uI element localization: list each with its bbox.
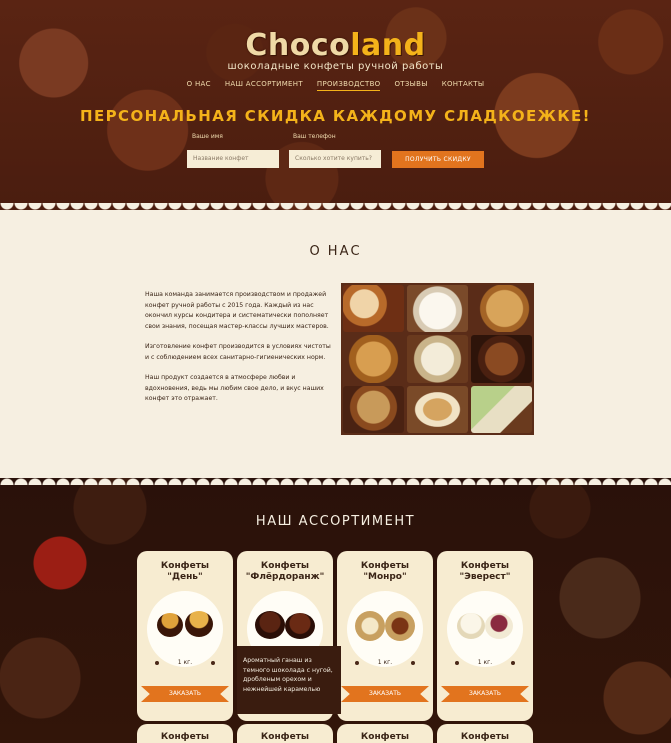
product-name: Конфеты <box>460 732 510 742</box>
puzzle-tile <box>471 335 532 383</box>
puzzle-tile <box>407 385 468 433</box>
get-discount-button[interactable]: ПОЛУЧИТЬ СКИДКУ <box>392 151 484 168</box>
about-section: О НАС Наша команда занимается производст… <box>0 210 671 478</box>
page: Chocoland шоколадные конфеты ручной рабо… <box>0 0 671 743</box>
puzzle-tile <box>343 285 404 333</box>
puzzle-tile <box>471 285 532 333</box>
amount-field[interactable]: Сколько хотите купить? <box>289 150 381 168</box>
product-name: Конфеты "День" <box>160 561 210 582</box>
about-paragraph: Наша команда занимается производством и … <box>145 291 329 330</box>
product-name: Конфеты "Эверест" <box>459 561 511 582</box>
product-card: Конфеты "Монро" 1 кг. ЗАКАЗАТЬ <box>337 551 433 721</box>
product-name: Конфеты <box>260 732 310 742</box>
puzzle-tile <box>343 335 404 383</box>
main-nav: О НАС НАШ АССОРТИМЕНТ ПРОИЗВОДСТВО ОТЗЫВ… <box>0 80 671 91</box>
product-card: Конфеты "Эверест" 1 кг. ЗАКАЗАТЬ <box>437 551 533 721</box>
product-name: Конфеты "Монро" <box>360 561 410 582</box>
puzzle-tile <box>343 385 404 433</box>
tagline: шоколадные конфеты ручной работы <box>227 61 444 72</box>
product-image <box>347 591 423 667</box>
product-card: Конфеты <box>337 724 433 743</box>
product-name: Конфеты "Флёрдоранж" <box>245 561 325 582</box>
product-card: Конфеты <box>137 724 233 743</box>
candy-name-field[interactable]: Название конфет <box>187 150 279 168</box>
about-paragraph: Изготовление конфет производится в услов… <box>145 343 331 361</box>
order-button[interactable]: ЗАКАЗАТЬ <box>141 686 229 702</box>
nav-item-reviews[interactable]: ОТЗЫВЫ <box>394 80 427 91</box>
product-name: Конфеты <box>360 732 410 742</box>
assortment-title: НАШ АССОРТИМЕНТ <box>255 514 416 529</box>
about-text: Наша команда занимается производством и … <box>145 290 335 415</box>
logo[interactable]: Chocoland <box>0 28 671 63</box>
hero-headline: ПЕРСОНАЛЬНАЯ СКИДКА КАЖДОМУ СЛАДКОЕЖКЕ! <box>80 107 591 125</box>
puzzle-tile <box>407 285 468 333</box>
product-weight: 1 кг. <box>455 659 515 666</box>
candy-puzzle-image <box>341 283 534 435</box>
about-title: О НАС <box>309 244 362 259</box>
name-field-label: Ваше имя <box>192 133 223 140</box>
product-image <box>447 591 523 667</box>
puzzle-tile <box>471 385 532 433</box>
order-button[interactable]: ЗАКАЗАТЬ <box>341 686 429 702</box>
puzzle-tile <box>407 335 468 383</box>
product-description-tooltip: Ароматный ганаш из темного шоколада с ну… <box>237 646 341 714</box>
nav-item-contacts[interactable]: КОНТАКТЫ <box>442 80 485 91</box>
nav-item-about[interactable]: О НАС <box>187 80 211 91</box>
product-image <box>147 591 223 667</box>
product-card: Конфеты <box>237 724 333 743</box>
product-weight: 1 кг. <box>155 659 215 666</box>
hero-section: Chocoland шоколадные конфеты ручной рабо… <box>0 0 671 210</box>
product-card: Конфеты "День" 1 кг. ЗАКАЗАТЬ <box>137 551 233 721</box>
about-paragraph: Наш продукт создается в атмосфере любви … <box>145 374 324 402</box>
product-weight: 1 кг. <box>355 659 415 666</box>
nav-item-production[interactable]: ПРОИЗВОДСТВО <box>316 80 381 91</box>
order-button[interactable]: ЗАКАЗАТЬ <box>441 686 529 702</box>
phone-field-label: Ваш телефон <box>293 133 336 140</box>
product-card: Конфеты <box>437 724 533 743</box>
product-name: Конфеты <box>160 732 210 742</box>
nav-item-assortment[interactable]: НАШ АССОРТИМЕНТ <box>225 80 303 91</box>
